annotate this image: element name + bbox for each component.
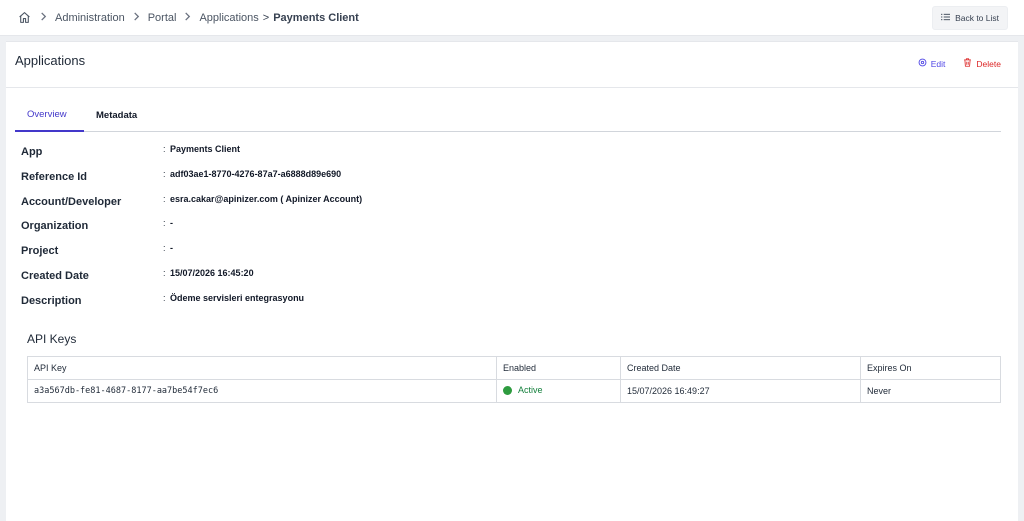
edit-button[interactable]: Edit (918, 58, 946, 69)
expires-on-cell: Never (860, 379, 1001, 403)
breadcrumb-portal[interactable]: Portal (148, 12, 177, 24)
back-to-list-label: Back to List (955, 12, 999, 23)
detail-colon: : (163, 292, 166, 303)
detail-value: adf03ae1-8770-4276-87a7-a6888d89e690 (170, 168, 342, 179)
detail-value: - (170, 243, 173, 254)
edit-icon (918, 58, 927, 69)
chevron-right-icon (40, 11, 47, 24)
header-actions: Edit Delete (918, 58, 1001, 69)
breadcrumb-applications[interactable]: Applications (199, 12, 258, 24)
detail-value: Ödeme servisleri entegrasyonu (170, 292, 305, 303)
api-keys-title: API Keys (27, 332, 77, 346)
breadcrumb-current: Payments Client (273, 11, 359, 24)
detail-label: Organization (21, 220, 89, 233)
column-header-created-date[interactable]: Created Date (620, 356, 861, 380)
detail-colon: : (163, 267, 166, 278)
detail-colon: : (163, 243, 166, 254)
tab-overview[interactable]: Overview (15, 99, 84, 132)
edit-label: Edit (930, 58, 946, 69)
detail-colon: : (163, 193, 166, 204)
detail-value: 15/07/2026 16:45:20 (170, 267, 254, 278)
created-date-cell: 15/07/2026 16:49:27 (620, 379, 861, 403)
table-row[interactable]: a3a567db-fe81-4687-8177-aa7be54f7ec6 Act… (27, 379, 1001, 403)
card-header: Applications Edit Delete (6, 42, 1018, 88)
delete-label: Delete (976, 58, 1001, 69)
home-icon[interactable] (18, 11, 32, 25)
detail-label: Project (21, 245, 59, 258)
column-header-enabled[interactable]: Enabled (496, 356, 621, 380)
content-card: Applications Edit Delete Overview Metada… (6, 41, 1018, 521)
tab-bar: Overview Metadata (15, 99, 1001, 132)
column-header-expires-on[interactable]: Expires On (860, 356, 1001, 380)
breadcrumb: Administration Portal Applications > Pay… (18, 11, 359, 25)
detail-value: esra.cakar@apinizer.com ( Apinizer Accou… (170, 193, 363, 204)
back-to-list-button[interactable]: Back to List (932, 5, 1008, 30)
detail-value: Payments Client (170, 144, 241, 154)
enabled-cell: Active (496, 379, 621, 403)
status-badge: Active (503, 385, 543, 395)
detail-value: - (170, 218, 173, 229)
status-dot-icon (503, 385, 512, 395)
breadcrumb-administration[interactable]: Administration (55, 12, 125, 24)
column-header-api-key[interactable]: API Key (27, 356, 497, 380)
detail-label: App (21, 146, 43, 158)
detail-label: Reference Id (21, 170, 88, 183)
chevron-right-icon (184, 11, 191, 24)
status-label: Active (518, 385, 543, 396)
detail-label: Account/Developer (21, 195, 122, 208)
detail-colon: : (163, 168, 166, 179)
trash-icon (963, 58, 972, 69)
chevron-right-icon (133, 11, 140, 24)
api-keys-table: API Key Enabled Created Date Expires On … (27, 356, 1001, 403)
delete-button[interactable]: Delete (963, 58, 1001, 69)
table-header-row: API Key Enabled Created Date Expires On (27, 356, 1001, 380)
detail-label: Description (21, 294, 82, 307)
detail-label: Created Date (21, 269, 89, 282)
detail-colon: : (163, 144, 166, 154)
api-key-cell: a3a567db-fe81-4687-8177-aa7be54f7ec6 (27, 379, 497, 403)
page-title: Applications (15, 53, 86, 68)
top-bar: Administration Portal Applications > Pay… (0, 0, 1024, 36)
breadcrumb-separator: > (262, 11, 270, 24)
tab-metadata[interactable]: Metadata (84, 99, 149, 132)
list-icon (941, 13, 951, 23)
detail-colon: : (163, 218, 166, 229)
